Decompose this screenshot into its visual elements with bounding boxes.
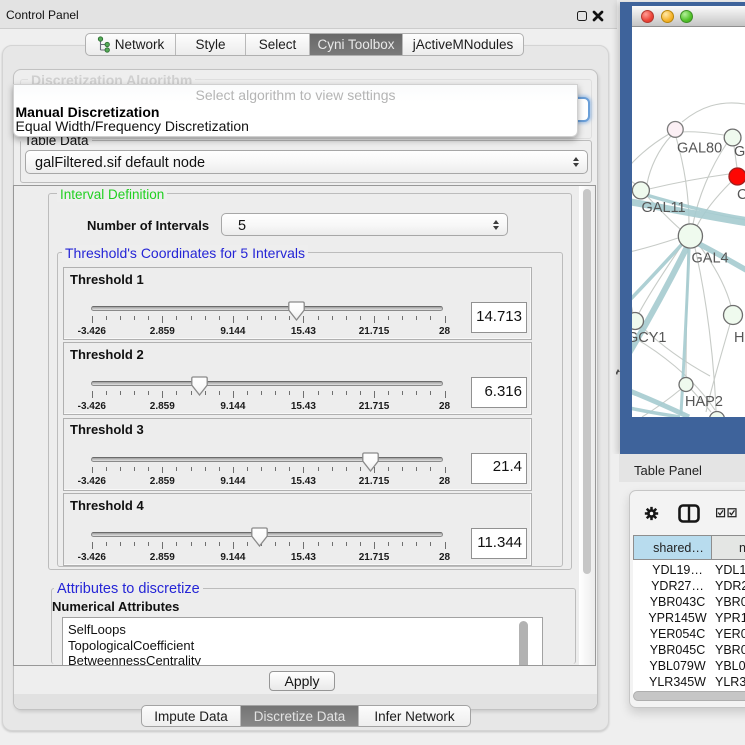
svg-text:H: H [734,330,744,346]
svg-text:GAL4: GAL4 [692,251,729,267]
svg-text:HAP2: HAP2 [685,394,723,410]
svg-text:G.: G. [734,144,745,160]
svg-text:GAL80: GAL80 [677,141,722,157]
svg-text:GCY1: GCY1 [632,330,667,346]
svg-text:C.: C. [737,187,745,203]
svg-text:GAL11: GAL11 [642,200,686,216]
